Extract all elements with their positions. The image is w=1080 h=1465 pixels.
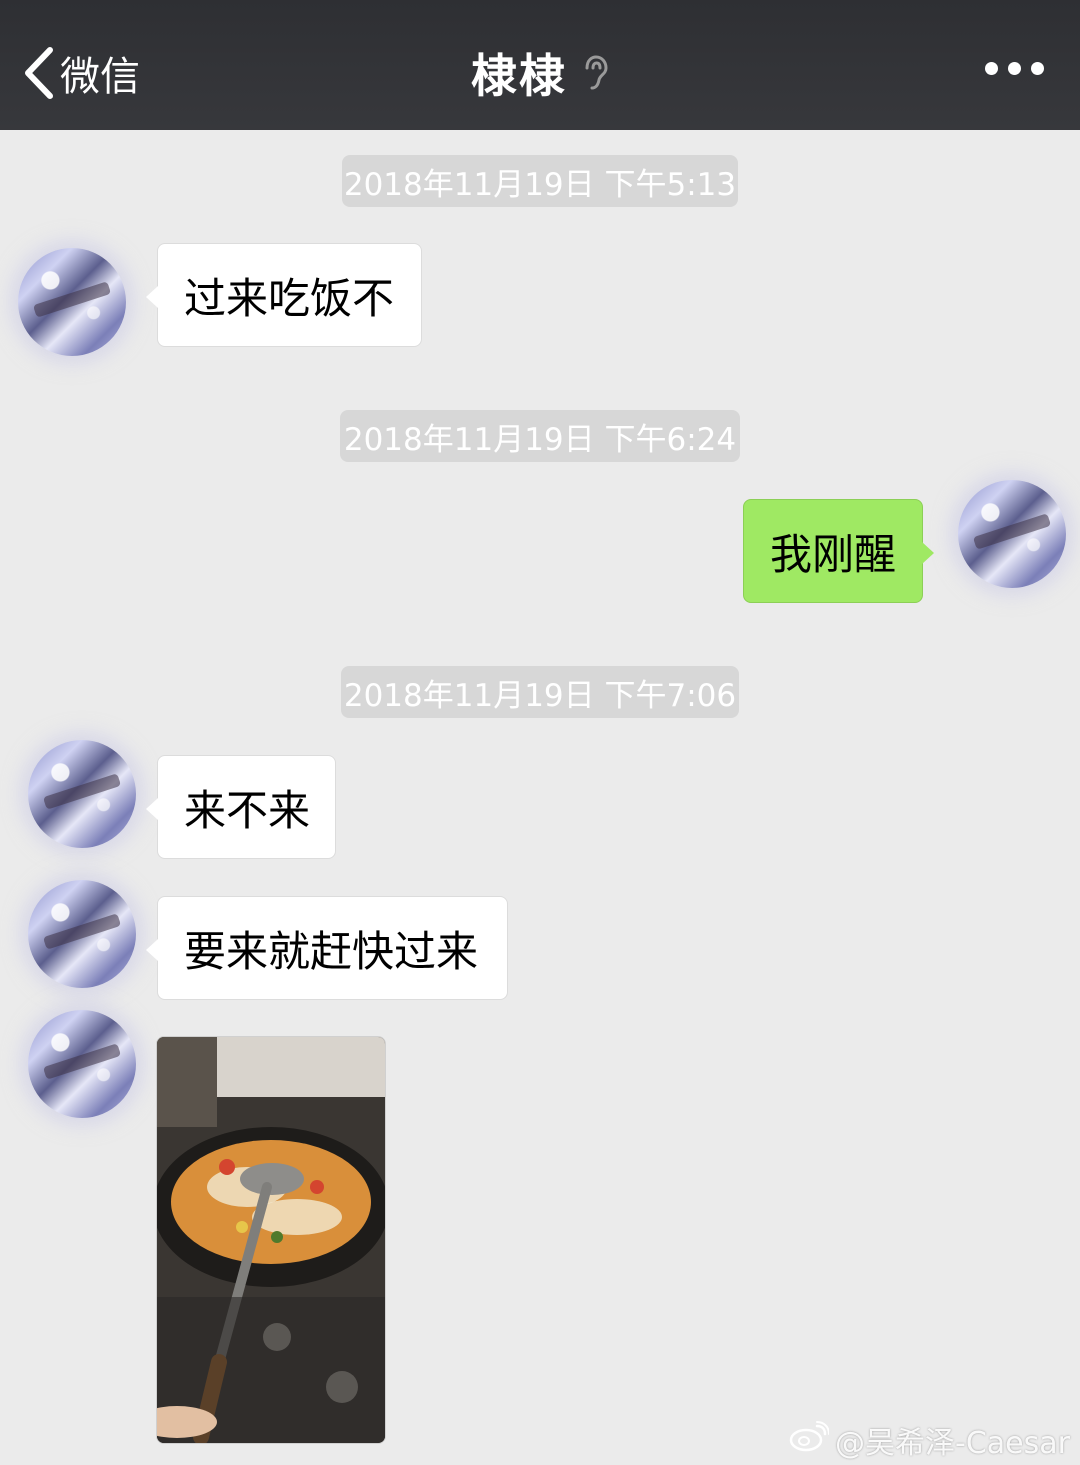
ear-icon bbox=[583, 54, 609, 92]
timestamp: 2018年11月19日 下午6:24 bbox=[340, 410, 740, 462]
contact-avatar[interactable] bbox=[28, 880, 136, 988]
message-bubble[interactable]: 来不来 bbox=[146, 755, 336, 859]
contact-avatar[interactable] bbox=[28, 1010, 136, 1118]
timestamp: 2018年11月19日 下午5:13 bbox=[342, 155, 738, 207]
message-bubble[interactable]: 要来就赶快过来 bbox=[146, 896, 508, 1000]
message-bubble-sent[interactable]: 我刚醒 bbox=[743, 499, 934, 603]
image-message[interactable] bbox=[156, 1036, 386, 1444]
chat-title: 棣棣 bbox=[471, 49, 567, 103]
message-bubble[interactable]: 过来吃饭不 bbox=[146, 243, 422, 347]
more-icon[interactable] bbox=[985, 62, 1044, 75]
contact-avatar[interactable] bbox=[28, 740, 136, 848]
my-avatar[interactable] bbox=[958, 480, 1066, 588]
watermark-text: @吴希泽-Caesar bbox=[835, 1426, 1070, 1461]
navigation-bar: 微信 棣棣 bbox=[0, 0, 1080, 130]
weibo-watermark: @吴希泽-Caesar bbox=[789, 1418, 1070, 1462]
weibo-logo-icon bbox=[789, 1420, 831, 1460]
timestamp: 2018年11月19日 下午7:06 bbox=[341, 666, 739, 718]
contact-avatar[interactable] bbox=[18, 248, 126, 356]
title-area: 棣棣 bbox=[0, 40, 1080, 106]
